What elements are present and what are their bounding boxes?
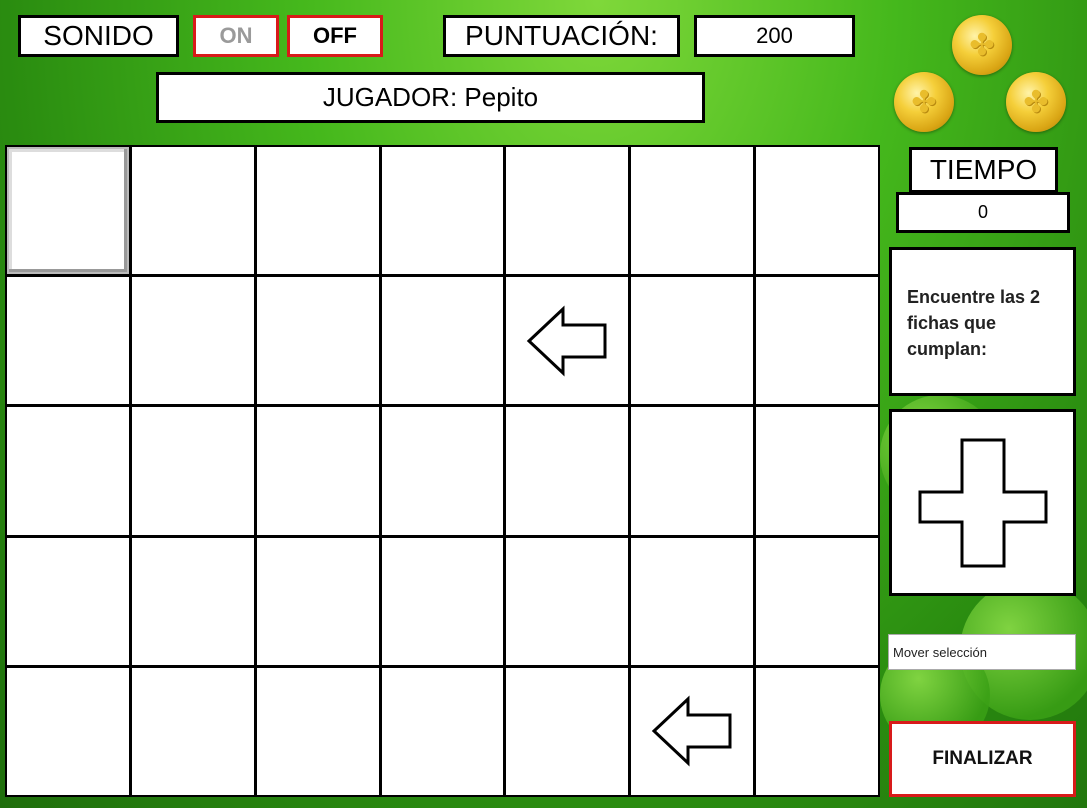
board-tile[interactable] [756,407,878,535]
coin-icon [952,15,1012,75]
board-tile[interactable] [381,277,504,405]
board-tile[interactable] [631,277,754,405]
board-tile[interactable] [756,277,878,405]
timer-value: 0 [896,192,1070,233]
board-tile[interactable] [506,537,629,665]
sound-off-button[interactable]: OFF [287,15,383,57]
board-tile[interactable] [131,537,254,665]
board-tile[interactable] [256,147,379,275]
board-tile[interactable] [631,147,754,275]
board-tile[interactable] [631,537,754,665]
board-tile[interactable] [131,407,254,535]
board-tile[interactable] [131,277,254,405]
coin-icon [1006,72,1066,132]
board-tile[interactable] [7,407,129,535]
cross-icon [918,438,1047,567]
board-tile[interactable] [7,667,129,795]
board-tile[interactable] [256,537,379,665]
board-tile[interactable] [256,277,379,405]
left-arrow-icon [652,695,732,767]
move-selection-label: Mover selección [893,644,987,660]
board-tile[interactable] [506,277,629,405]
game-board [5,145,880,797]
score-value: 200 [694,15,855,57]
board-tile[interactable] [7,147,129,275]
finish-button[interactable]: FINALIZAR [889,721,1076,797]
target-symbol-panel [889,409,1076,596]
board-tile[interactable] [131,667,254,795]
sound-on-button[interactable]: ON [193,15,279,57]
board-tile[interactable] [381,407,504,535]
board-tile[interactable] [631,667,754,795]
board-tile[interactable] [131,147,254,275]
board-tile[interactable] [256,407,379,535]
board-tile[interactable] [381,667,504,795]
board-tile[interactable] [7,537,129,665]
left-arrow-icon [527,305,607,377]
move-selection-control[interactable]: Mover selección [888,634,1076,670]
coin-icon [894,72,954,132]
sound-label: SONIDO [18,15,179,57]
board-tile[interactable] [756,537,878,665]
board-tile[interactable] [631,407,754,535]
board-tile[interactable] [756,147,878,275]
board-tile[interactable] [381,537,504,665]
score-label: PUNTUACIÓN: [443,15,680,57]
board-tile[interactable] [756,667,878,795]
board-tile[interactable] [506,147,629,275]
instructions-panel: Encuentre las 2 fichas que cumplan: [889,247,1076,396]
instructions-text: Encuentre las 2 fichas que cumplan: [907,287,1041,359]
board-tile[interactable] [506,407,629,535]
board-tile[interactable] [256,667,379,795]
board-tile[interactable] [381,147,504,275]
timer-label: TIEMPO [909,147,1058,193]
player-name: JUGADOR: Pepito [156,72,705,123]
board-tile[interactable] [7,277,129,405]
board-tile[interactable] [506,667,629,795]
